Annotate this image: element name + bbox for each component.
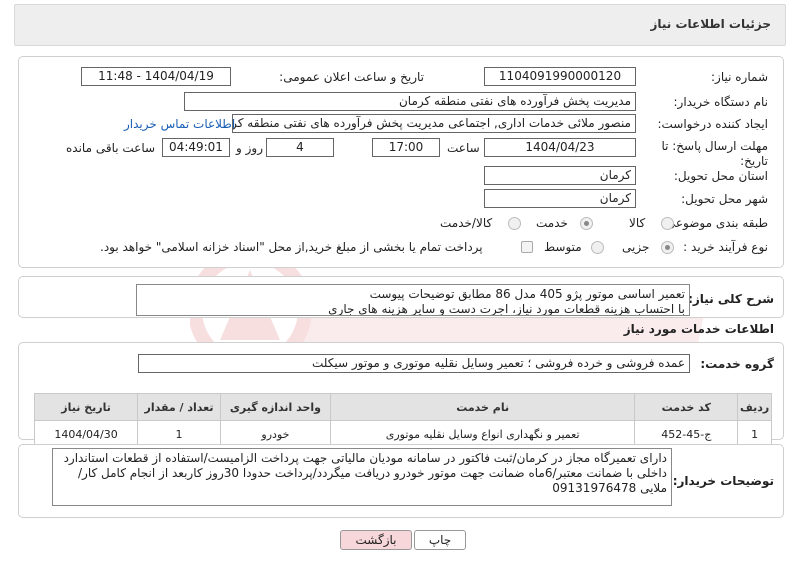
services-section-title: اطلاعات خدمات مورد نیاز	[623, 322, 774, 336]
announce-field: 1404/04/19 - 11:48	[81, 67, 231, 86]
province-label: استان محل تحویل:	[673, 169, 768, 183]
deadline-date-field: 1404/04/23	[484, 138, 636, 157]
process-option-medium: متوسط	[544, 240, 582, 254]
days-label: روز و	[236, 141, 263, 155]
announce-label: تاریخ و ساعت اعلان عمومی:	[279, 70, 424, 84]
summary-label: شرح کلی نیاز:	[688, 292, 774, 306]
province-field: کرمان	[484, 166, 636, 185]
process-option-minor: جزیی	[622, 240, 650, 254]
category-radio-goods[interactable]	[661, 217, 674, 230]
category-label: طبقه بندی موضوعی:	[661, 216, 768, 230]
days-field: 4	[266, 138, 334, 157]
remaining-time-field: 04:49:01	[162, 138, 230, 157]
category-option-service: خدمت	[536, 216, 568, 230]
deadline-label: مهلت ارسال پاسخ: تا تاریخ:	[661, 139, 768, 168]
col-unit: واحد اندازه گیری	[219, 393, 332, 421]
payment-note: پرداخت تمام یا بخشی از مبلغ خرید,از محل …	[100, 240, 483, 254]
creator-label: ایجاد کننده درخواست:	[657, 117, 768, 131]
col-date: تاریخ نیاز	[33, 393, 139, 421]
payment-checkbox[interactable]	[521, 241, 533, 253]
table-header-row: ردیف کد خدمت نام خدمت واحد اندازه گیری ت…	[33, 393, 772, 421]
creator-field: منصور ملائی خدمات اداری, اجتماعی مدیریت …	[232, 114, 636, 133]
buyer-field: مدیریت پخش فرآورده های نفتی منطقه کرمان	[184, 92, 636, 111]
category-radio-goods-service[interactable]	[508, 217, 521, 230]
service-group-label: گروه خدمت:	[700, 357, 774, 371]
header-bar: جزئیات اطلاعات نیاز	[14, 4, 786, 46]
page: جزئیات اطلاعات نیاز شماره نیاز: 11040919…	[0, 0, 788, 566]
page-title: جزئیات اطلاعات نیاز	[650, 17, 771, 31]
service-group-field: عمده فروشی و خرده فروشی ؛ تعمیر وسایل نق…	[138, 354, 690, 373]
category-radio-service[interactable]	[580, 217, 593, 230]
summary-textarea: تعمیر اساسی موتور پژو 405 مدل 86 مطابق ت…	[136, 284, 690, 316]
col-code: کد خدمت	[634, 393, 739, 421]
remaining-label: ساعت باقی مانده	[66, 141, 156, 155]
buyer-notes-label: توضیحات خریدار:	[672, 474, 774, 488]
print-button[interactable]: چاپ	[414, 530, 466, 550]
category-option-goods: کالا	[629, 216, 646, 230]
col-name: نام خدمت	[330, 393, 636, 421]
process-label: نوع فرآیند خرید :	[683, 240, 768, 254]
deadline-time-field: 17:00	[372, 138, 440, 157]
contact-info-link[interactable]: اطلاعات تماس خریدار	[124, 117, 235, 131]
need-number-label: شماره نیاز:	[711, 70, 768, 84]
process-radio-minor[interactable]	[661, 241, 674, 254]
buyer-label: نام دستگاه خریدار:	[673, 95, 769, 109]
category-option-goods-service: کالا/خدمت	[440, 216, 493, 230]
time-label: ساعت	[447, 141, 480, 155]
buyer-notes-textarea: دارای تعمیرگاه مجاز در کرمان/ثبت فاکتور …	[52, 448, 672, 506]
back-button[interactable]: بازگشت	[340, 530, 412, 550]
need-number-field: 1104091990000120	[484, 67, 636, 86]
process-radio-medium[interactable]	[591, 241, 604, 254]
city-field: کرمان	[484, 189, 636, 208]
services-table: ردیف کد خدمت نام خدمت واحد اندازه گیری ت…	[33, 393, 772, 448]
city-label: شهر محل تحویل:	[681, 192, 768, 206]
col-qty: تعداد / مقدار	[137, 393, 221, 421]
col-row: ردیف	[737, 393, 772, 421]
